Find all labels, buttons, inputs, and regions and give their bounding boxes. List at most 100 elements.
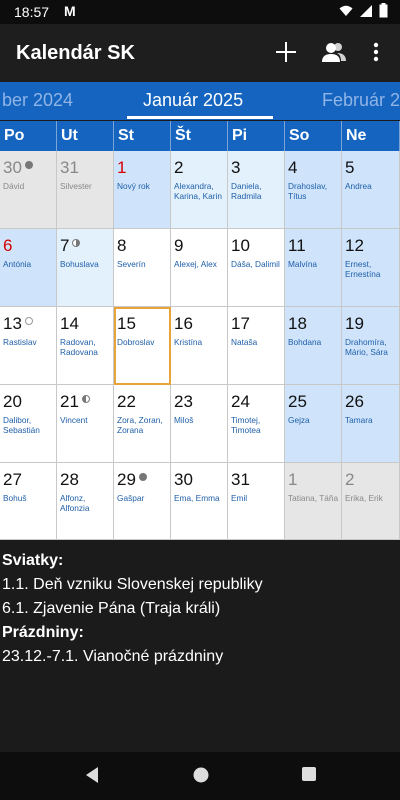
back-icon[interactable] [84, 766, 100, 784]
tab-previous-month[interactable]: ber 2024 [2, 90, 73, 111]
day-cell[interactable]: 12 Ernest, Ernestína [342, 229, 400, 307]
overflow-menu-button[interactable] [360, 36, 392, 68]
day-cell[interactable]: 20 Dalibor, Sebastián [0, 385, 57, 463]
name-day-label: Dáša, Dalimil [231, 259, 280, 269]
day-number-text: 30 [174, 470, 193, 489]
day-cell[interactable]: 30 Ema, Emma [171, 463, 228, 540]
day-number: 24 [231, 392, 250, 412]
day-cell-today[interactable]: 15 Dobroslav [114, 307, 171, 385]
moon-phase-icon [72, 239, 81, 247]
day-cell[interactable]: 8 Severín [114, 229, 171, 307]
day-number-text: 12 [345, 236, 364, 255]
name-day-label: Alfonz, Alfonzia [60, 493, 90, 513]
day-cell[interactable]: 26 Tamara [342, 385, 400, 463]
day-number-text: 23 [174, 392, 193, 411]
name-day-label: Kristína [174, 337, 203, 347]
vacation-line: 23.12.-7.1. Vianočné prázdniny [2, 648, 224, 665]
day-cell[interactable]: 22 Zora, Zoran, Zorana [114, 385, 171, 463]
weekday-label: Ne [342, 121, 400, 151]
day-number: 26 [345, 392, 364, 412]
name-day-label: Severín [117, 259, 146, 269]
name-day-label: Alexandra, Karina, Karin [174, 181, 222, 201]
day-cell[interactable]: 18 Bohdana [285, 307, 342, 385]
signal-icon [360, 4, 372, 17]
day-cell[interactable]: 4 Drahoslav, Títus [285, 151, 342, 229]
day-cell[interactable]: 1 Tatiana, Táňa [285, 463, 342, 540]
day-number: 17 [231, 314, 250, 334]
day-number-text: 19 [345, 314, 364, 333]
weekday-label: Po [0, 121, 57, 151]
day-cell[interactable]: 2 Alexandra, Karina, Karin [171, 151, 228, 229]
weekday-label: Ut [57, 121, 114, 151]
day-cell[interactable]: 2 Erika, Erik [342, 463, 400, 540]
add-event-button[interactable] [270, 36, 302, 68]
name-day-label: Antónia [3, 259, 32, 269]
day-number: 30 [3, 158, 33, 178]
day-cell[interactable]: 11 Malvína [285, 229, 342, 307]
name-day-label: Silvester [60, 181, 92, 191]
day-number: 23 [174, 392, 193, 412]
holidays-heading: Sviatky: [2, 552, 64, 569]
name-day-label: Ema, Emma [174, 493, 220, 503]
day-number-text: 21 [60, 392, 79, 411]
day-cell[interactable]: 5 Andrea [342, 151, 400, 229]
name-day-label: Andrea [345, 181, 372, 191]
moon-phase-icon [24, 161, 33, 169]
day-number-text: 10 [231, 236, 250, 255]
name-day-label: Rastislav [3, 337, 37, 347]
day-number-text: 27 [3, 470, 22, 489]
month-tabs: ber 2024 Január 2025 Február 2 [0, 82, 400, 120]
day-cell[interactable]: 23 Miloš [171, 385, 228, 463]
tab-current-month[interactable]: Január 2025 [143, 90, 243, 111]
day-number-text: 22 [117, 392, 136, 411]
name-day-label: Dávid [3, 181, 25, 191]
name-day-label: Nový rok [117, 181, 150, 191]
name-day-label: Emil [231, 493, 248, 503]
holiday-line: 1.1. Deň vzniku Slovenskej republiky [2, 576, 263, 593]
day-cell[interactable]: 24 Timotej, Timotea [228, 385, 285, 463]
day-number: 2 [174, 158, 183, 178]
name-day-label: Drahoslav, Títus [288, 181, 328, 201]
day-cell[interactable]: 31 Emil [228, 463, 285, 540]
day-cell[interactable]: 14 Radovan, Radovana [57, 307, 114, 385]
day-number-text: 31 [60, 158, 79, 177]
tab-next-month[interactable]: Február 2 [322, 90, 400, 111]
day-cell[interactable]: 21 Vincent [57, 385, 114, 463]
contacts-button[interactable] [318, 36, 350, 68]
day-number: 30 [174, 470, 193, 490]
day-cell[interactable]: 16 Kristína [171, 307, 228, 385]
day-cell[interactable]: 3 Daniela, Radmila [228, 151, 285, 229]
name-day-label: Erika, Erik [345, 493, 383, 503]
day-cell[interactable]: 9 Alexej, Alex [171, 229, 228, 307]
name-day-label: Bohuslava [60, 259, 99, 269]
day-cell[interactable]: 27 Bohuš [0, 463, 57, 540]
day-number-text: 14 [60, 314, 79, 333]
day-cell[interactable]: 31 Silvester [57, 151, 114, 229]
day-number-text: 1 [288, 470, 298, 489]
day-cell[interactable]: 25 Gejza [285, 385, 342, 463]
weekday-header: Po Ut St Št Pi So Ne [0, 121, 400, 151]
day-cell[interactable]: 13 Rastislav [0, 307, 57, 385]
day-number: 1 [288, 470, 297, 490]
day-number-text: 13 [3, 314, 22, 333]
name-day-label: Dobroslav [117, 337, 155, 347]
day-cell[interactable]: 29 Gašpar [114, 463, 171, 540]
day-number: 22 [117, 392, 136, 412]
home-icon[interactable] [192, 766, 210, 784]
day-number-text: 3 [231, 158, 241, 177]
day-cell[interactable]: 28 Alfonz, Alfonzia [57, 463, 114, 540]
day-number-text: 2 [174, 158, 184, 177]
day-cell[interactable]: 30 Dávid [0, 151, 57, 229]
day-cell[interactable]: 7 Bohuslava [57, 229, 114, 307]
day-cell[interactable]: 6 Antónia [0, 229, 57, 307]
day-number-text: 11 [288, 236, 306, 255]
day-number-text: 6 [3, 236, 13, 255]
day-cell[interactable]: 10 Dáša, Dalimil [228, 229, 285, 307]
day-number-text: 16 [174, 314, 193, 333]
day-number-text: 31 [231, 470, 250, 489]
day-cell[interactable]: 19 Drahomíra, Mário, Sára [342, 307, 400, 385]
recents-icon[interactable] [301, 766, 317, 782]
day-cell[interactable]: 17 Nataša [228, 307, 285, 385]
day-cell[interactable]: 1 Nový rok [114, 151, 171, 229]
day-number: 10 [231, 236, 250, 256]
